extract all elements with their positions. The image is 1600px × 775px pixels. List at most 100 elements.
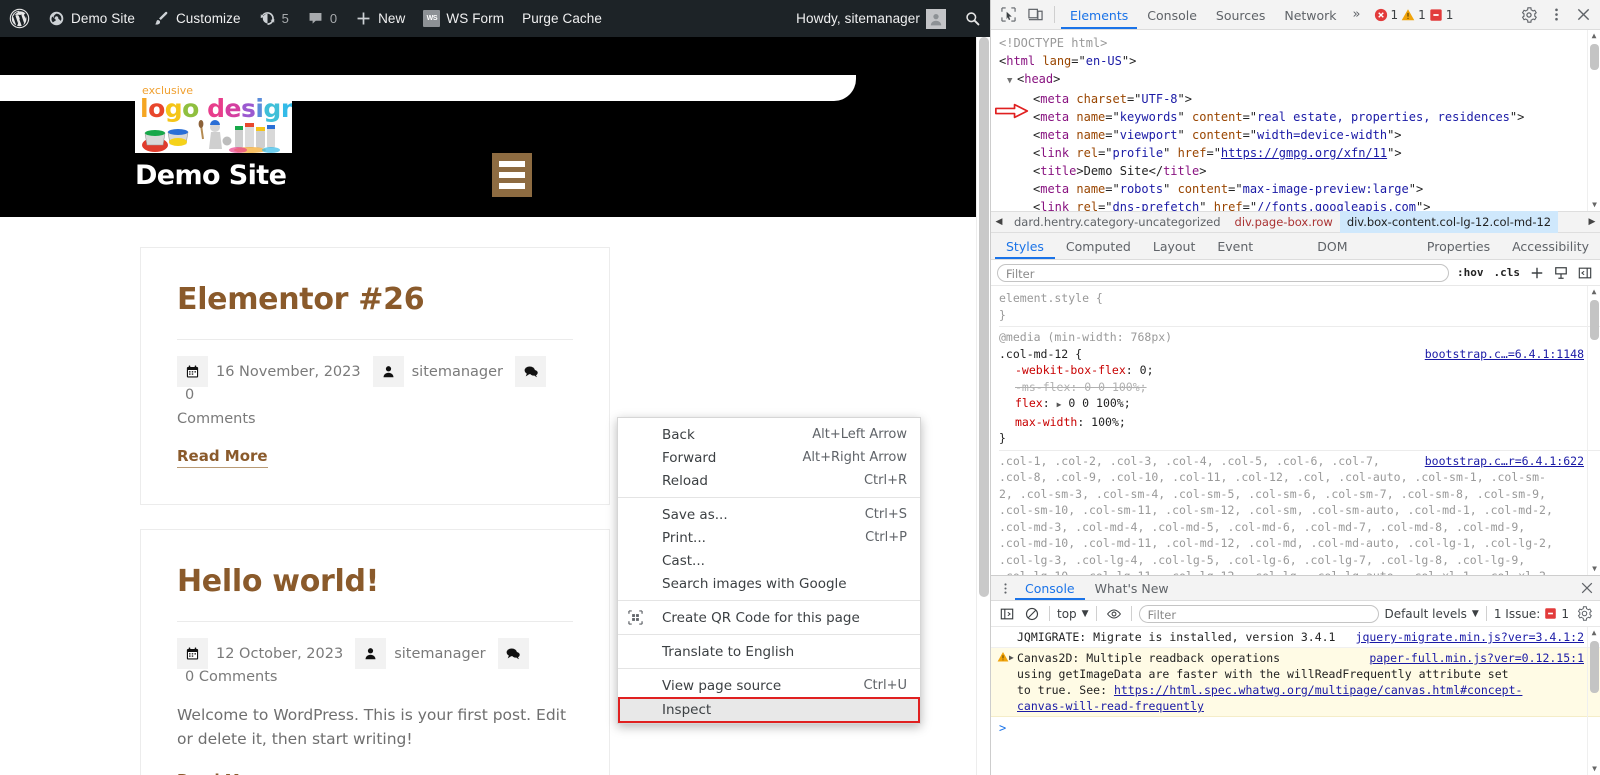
styles-scrollbar[interactable]: ▲ ▼ [1587,286,1600,575]
drawer-tab-console[interactable]: Console [1015,576,1085,600]
dom-tree-scrollbar[interactable]: ▲ ▼ [1587,30,1600,211]
admin-bar-purge-cache[interactable]: Purge Cache [513,0,611,37]
css-value[interactable]: 0 0 100%; [1068,396,1130,410]
scroll-up-icon[interactable]: ▲ [1588,286,1600,298]
scroll-down-icon[interactable]: ▼ [1588,763,1600,775]
console-filter-input[interactable]: Filter [1138,604,1380,623]
css-declaration[interactable]: -ms-flex: 0 0 100%; [999,379,1600,396]
css-rule-col-md-12[interactable]: @media (min-width: 768px) bootstrap.c…=6… [999,327,1600,451]
tab-elements[interactable]: Elements [1061,0,1138,29]
attr-value-link[interactable]: https://gmpg.org/xfn/11 [1221,146,1387,160]
context-menu-item-cast[interactable]: Cast... [618,549,920,572]
device-toolbar-icon[interactable] [1022,2,1048,28]
admin-bar-wp-logo[interactable] [0,0,39,37]
context-menu-item-translate[interactable]: Translate to English [618,640,920,663]
dom-line-meta-charset[interactable]: <meta charset="UTF-8"> [999,90,1600,108]
chevron-down-icon[interactable]: ▼ [1082,609,1089,619]
page-scrollbar-thumb[interactable] [979,37,989,597]
styles-scrollbar-thumb[interactable] [1590,300,1599,340]
admin-bar-customize[interactable]: Customize [144,0,250,37]
gear-icon[interactable] [1516,2,1542,28]
css-selector-line[interactable]: 2, .col-sm-3, .col-sm-4, .col-sm-5, .col… [999,486,1600,503]
drawer-tab-whats-new[interactable]: What's New [1085,576,1179,600]
dom-line-meta-viewport[interactable]: <meta name="viewport" content="width=dev… [999,126,1600,144]
element-style-rule[interactable]: element.style { } [999,288,1600,327]
scroll-up-icon[interactable]: ▲ [1588,30,1600,42]
computed-style-sidebar-icon[interactable] [1552,264,1570,282]
console-log-message[interactable]: jquery-migrate.min.js?ver=3.4.1:2 JQMIGR… [991,627,1600,648]
context-menu-item-view-source[interactable]: View page source Ctrl+U [618,674,920,697]
css-property[interactable]: flex [1015,396,1043,410]
hamburger-menu-button[interactable] [492,153,532,197]
css-value[interactable]: 0; [1140,363,1154,377]
dom-line-doctype[interactable]: <!DOCTYPE html> [999,34,1600,52]
expand-triangle-icon[interactable]: ▼ [1007,72,1017,90]
stylesheet-source-link[interactable]: bootstrap.c…=6.4.1:1148 [1425,346,1584,363]
tab-sources[interactable]: Sources [1207,0,1274,29]
console-context-selector[interactable]: top [1057,607,1077,621]
stylesheet-source-link[interactable]: bootstrap.c…r=6.4.1:622 [1425,453,1584,470]
subtab-dom-breakpoints[interactable]: DOM Breakpoints [1306,233,1416,282]
console-sidebar-icon[interactable] [997,604,1017,624]
scroll-up-icon[interactable]: ▲ [1588,627,1600,639]
subtab-properties[interactable]: Properties [1416,233,1501,259]
console-message-source[interactable]: jquery-migrate.min.js?ver=3.4.1:2 [1356,629,1584,645]
hov-toggle-button[interactable]: :hov [1455,266,1486,279]
breadcrumb-scroll-left-icon[interactable]: ◀ [991,217,1007,227]
css-selector-line[interactable]: .col-md-10, .col-md-11, .col-md-12, .col… [999,535,1600,552]
dom-scrollbar-thumb[interactable] [1590,44,1599,70]
breadcrumb-item-selected[interactable]: div.box-content.col-lg-12.col-md-12 [1339,211,1559,233]
console-warning-message[interactable]: ▶ paper-full.min.js?ver=0.12.15:1 Canvas… [991,648,1600,717]
dom-line-link-dns[interactable]: <link rel="dns-prefetch" href="//fonts.g… [999,198,1600,211]
css-declaration[interactable]: flex: ▶ 0 0 100%; [999,395,1600,414]
css-property[interactable]: -webkit-box-flex [1015,363,1126,377]
dom-line-html[interactable]: <html lang="en-US"> [999,52,1600,70]
context-menu-item-save-as[interactable]: Save as... Ctrl+S [618,503,920,526]
dom-line-meta-robots[interactable]: <meta name="robots" content="max-image-p… [999,180,1600,198]
context-menu-item-reload[interactable]: Reload Ctrl+R [618,469,920,492]
context-menu-item-forward[interactable]: Forward Alt+Right Arrow [618,446,920,469]
breadcrumb-item[interactable]: div.page-box.row [1228,211,1340,233]
css-value[interactable]: 100%; [1091,415,1126,429]
console-input-prompt[interactable]: > [991,717,1600,735]
close-icon[interactable] [1570,2,1596,28]
expand-message-icon[interactable]: ▶ [1009,650,1014,666]
css-selector-line[interactable]: .col-8, .col-9, .col-10, .col-11, .col-1… [999,469,1600,486]
dom-line-head[interactable]: ▼ <head> [999,70,1600,90]
dom-line-title[interactable]: <title>Demo Site</title> [999,162,1600,180]
admin-bar-search-button[interactable] [955,0,990,37]
console-issues-chip[interactable]: 1 Issue: 1 [1494,607,1569,621]
live-expression-eye-icon[interactable] [1104,604,1124,624]
admin-bar-howdy[interactable]: Howdy, sitemanager [787,0,955,37]
site-branding[interactable]: exclusive logo design Demo Site [135,81,292,191]
admin-bar-updates[interactable]: 5 [250,0,298,37]
tab-console[interactable]: Console [1138,0,1206,29]
context-menu-item-back[interactable]: Back Alt+Left Arrow [618,423,920,446]
css-declaration[interactable]: -webkit-box-flex: 0; [999,362,1600,379]
context-menu-item-search-images[interactable]: Search images with Google [618,572,920,595]
subtab-layout[interactable]: Layout [1142,233,1207,259]
drawer-more-options-icon[interactable] [995,575,1015,601]
console-scrollbar[interactable]: ▲ ▼ [1587,627,1600,775]
more-options-icon[interactable] [1543,2,1569,28]
dom-tree[interactable]: <!DOCTYPE html> <html lang="en-US"> ▼ <he… [991,30,1600,211]
breadcrumb-scroll-right-icon[interactable]: ▶ [1584,217,1600,227]
styles-rules-pane[interactable]: element.style { } @media (min-width: 768… [991,286,1600,575]
cls-toggle-button[interactable]: .cls [1492,266,1523,279]
css-selector[interactable]: .col-md-12 { [999,347,1082,361]
console-messages[interactable]: jquery-migrate.min.js?ver=3.4.1:2 JQMIGR… [991,627,1600,775]
css-declaration[interactable]: max-width: 100%; [999,414,1600,431]
console-scrollbar-thumb[interactable] [1590,641,1599,693]
page-scrollbar[interactable] [976,37,990,775]
clear-console-icon[interactable] [1022,604,1042,624]
tab-network[interactable]: Network [1275,0,1345,29]
console-settings-gear-icon[interactable] [1574,604,1594,624]
styles-filter-input[interactable]: Filter [997,263,1449,282]
console-warning-link-2[interactable]: canvas-will-read-frequently [1017,699,1204,713]
context-menu-item-inspect[interactable]: Inspect [618,697,920,723]
new-style-rule-icon[interactable] [1528,264,1546,282]
breadcrumb-item[interactable]: dard.hentry.category-uncategorized [1007,211,1228,233]
context-menu-item-print[interactable]: Print... Ctrl+P [618,526,920,549]
context-menu-item-qr-code[interactable]: Create QR Code for this page [618,606,920,629]
css-selector-line[interactable]: .col-sm-10, .col-sm-11, .col-sm-12, .col… [999,502,1600,519]
